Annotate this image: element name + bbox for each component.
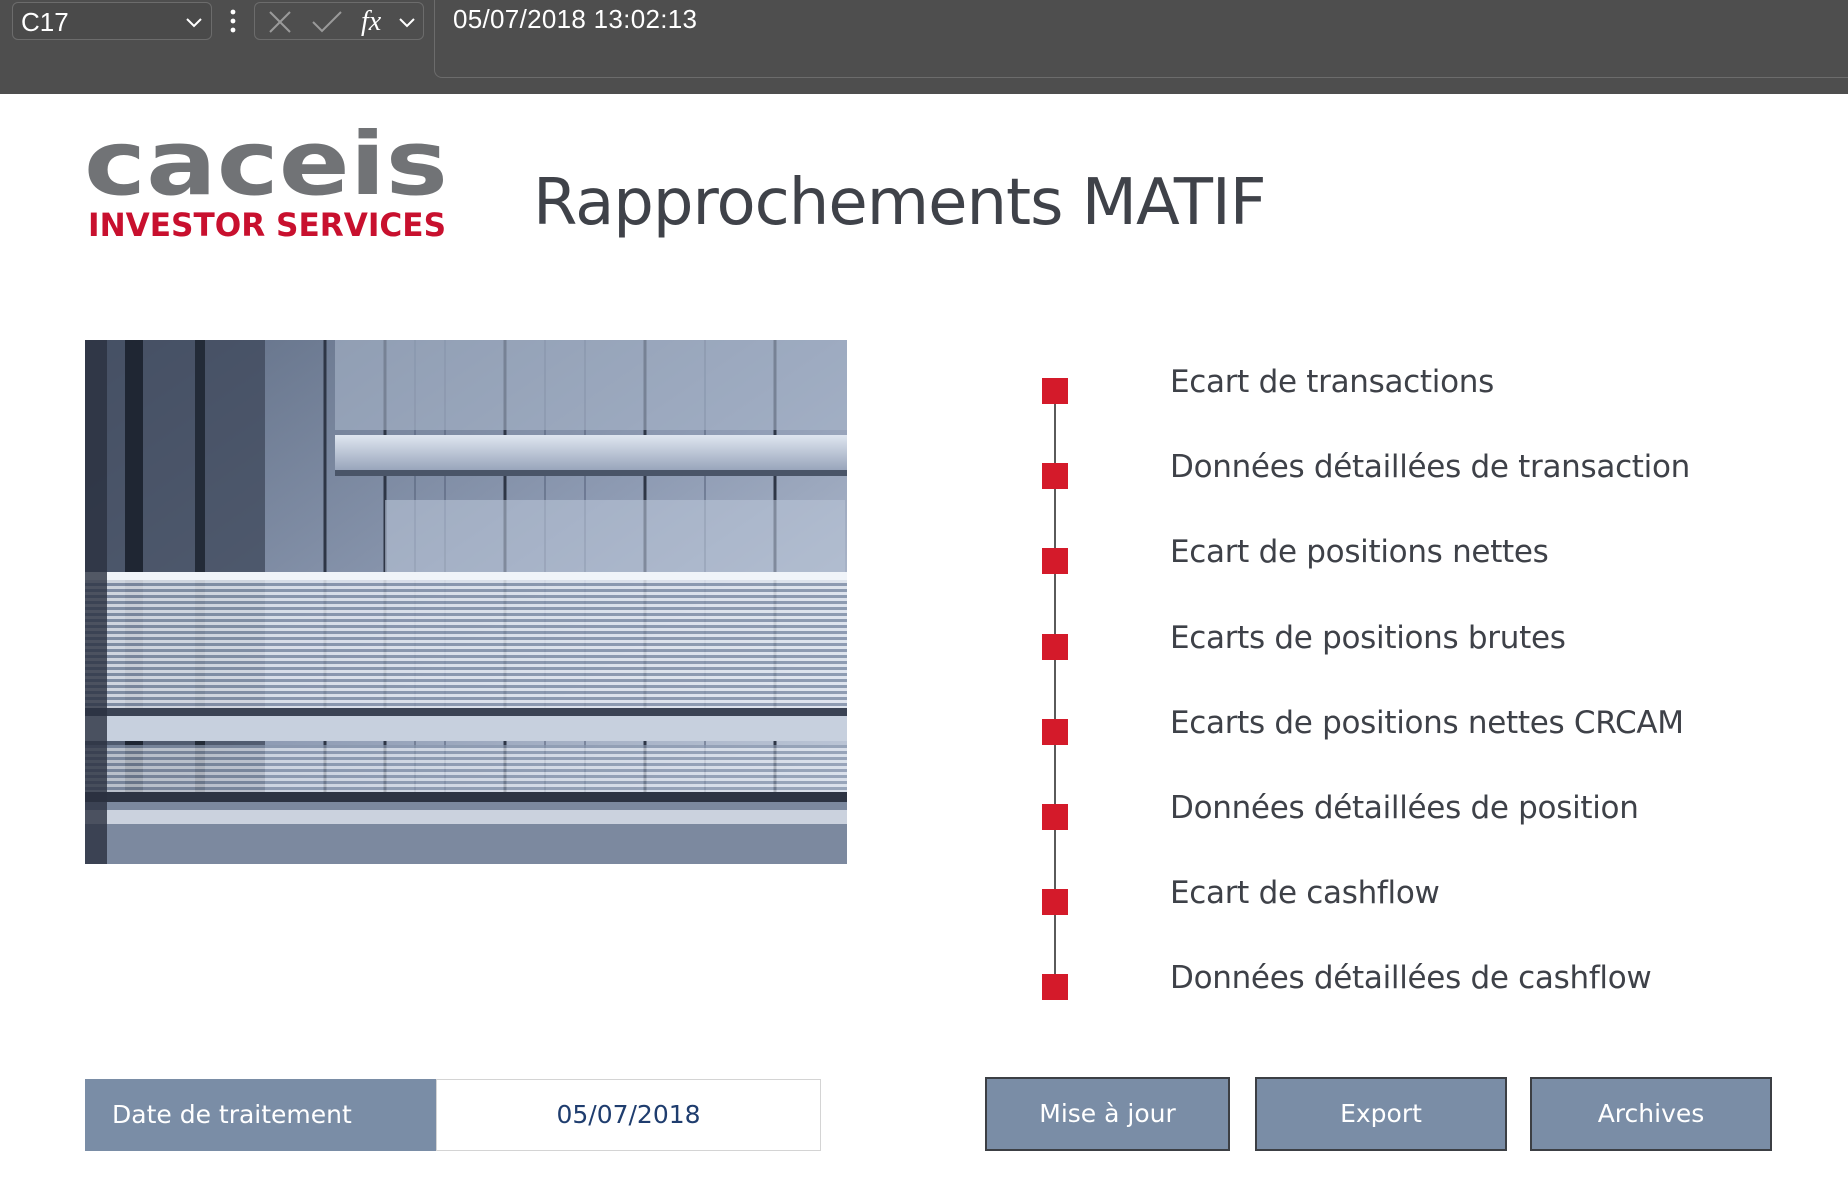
menu-bullet-icon	[1042, 719, 1068, 745]
menu-item-label[interactable]: Données détaillées de position	[1170, 790, 1639, 826]
menu-item-label[interactable]: Ecarts de positions brutes	[1170, 620, 1566, 656]
archives-button[interactable]: Archives	[1530, 1077, 1772, 1151]
menu-item-ecarts-positions-brutes[interactable]: Ecarts de positions brutes	[1040, 620, 1760, 660]
chevron-down-icon[interactable]	[397, 9, 417, 35]
page-title: Rapprochements MATIF	[533, 166, 1267, 240]
menu-item-ecarts-positions-crcam[interactable]: Ecarts de positions nettes CRCAM	[1040, 705, 1760, 745]
menu-bullet-icon	[1042, 463, 1068, 489]
update-button[interactable]: Mise à jour	[985, 1077, 1230, 1151]
menu-item-label[interactable]: Données détaillées de transaction	[1170, 449, 1690, 485]
menu-item-label[interactable]: Données détaillées de cashflow	[1170, 960, 1652, 996]
formula-input[interactable]: 05/07/2018 13:02:13	[434, 0, 1848, 78]
date-value-field[interactable]: 05/07/2018	[436, 1079, 821, 1151]
menu-item-label[interactable]: Ecart de cashflow	[1170, 875, 1440, 911]
menu-item-ecart-positions-nettes[interactable]: Ecart de positions nettes	[1040, 534, 1760, 574]
cancel-x-icon[interactable]	[267, 9, 293, 35]
menu-item-donnees-cashflow[interactable]: Données détaillées de cashflow	[1040, 960, 1760, 1000]
menu-bullet-icon	[1042, 974, 1068, 1000]
formula-bar: C17 fx 05/07/2018 13:02:13	[0, 0, 1848, 94]
more-vertical-icon[interactable]	[226, 6, 240, 36]
export-button[interactable]: Export	[1255, 1077, 1507, 1151]
menu-bullet-icon	[1042, 548, 1068, 574]
formula-value[interactable]: 05/07/2018 13:02:13	[453, 4, 697, 35]
menu-item-label[interactable]: Ecarts de positions nettes CRCAM	[1170, 705, 1684, 741]
confirm-check-icon[interactable]	[311, 9, 343, 35]
menu-bullet-icon	[1042, 634, 1068, 660]
svg-text:INVESTOR SERVICES: INVESTOR SERVICES	[88, 206, 446, 244]
formula-actions: fx	[254, 2, 424, 40]
menu-bullet-icon	[1042, 804, 1068, 830]
menu-item-donnees-position[interactable]: Données détaillées de position	[1040, 790, 1760, 830]
menu-bullet-icon	[1042, 378, 1068, 404]
menu-item-donnees-transaction[interactable]: Données détaillées de transaction	[1040, 449, 1760, 489]
menu-item-ecart-transactions[interactable]: Ecart de transactions	[1040, 364, 1760, 404]
caceis-logo: caceis INVESTOR SERVICES	[84, 128, 448, 244]
svg-text:caceis: caceis	[84, 128, 448, 216]
fx-function-icon[interactable]: fx	[359, 5, 393, 39]
menu-item-label[interactable]: Ecart de positions nettes	[1170, 534, 1549, 570]
menu-bullet-icon	[1042, 889, 1068, 915]
building-photo	[85, 340, 847, 864]
date-label: Date de traitement	[85, 1079, 436, 1151]
menu-item-ecart-cashflow[interactable]: Ecart de cashflow	[1040, 875, 1760, 915]
menu-item-label[interactable]: Ecart de transactions	[1170, 364, 1494, 400]
name-box[interactable]: C17	[12, 2, 212, 40]
cell-reference[interactable]: C17	[21, 7, 69, 38]
chevron-down-icon[interactable]	[183, 11, 205, 33]
svg-text:fx: fx	[361, 6, 382, 37]
